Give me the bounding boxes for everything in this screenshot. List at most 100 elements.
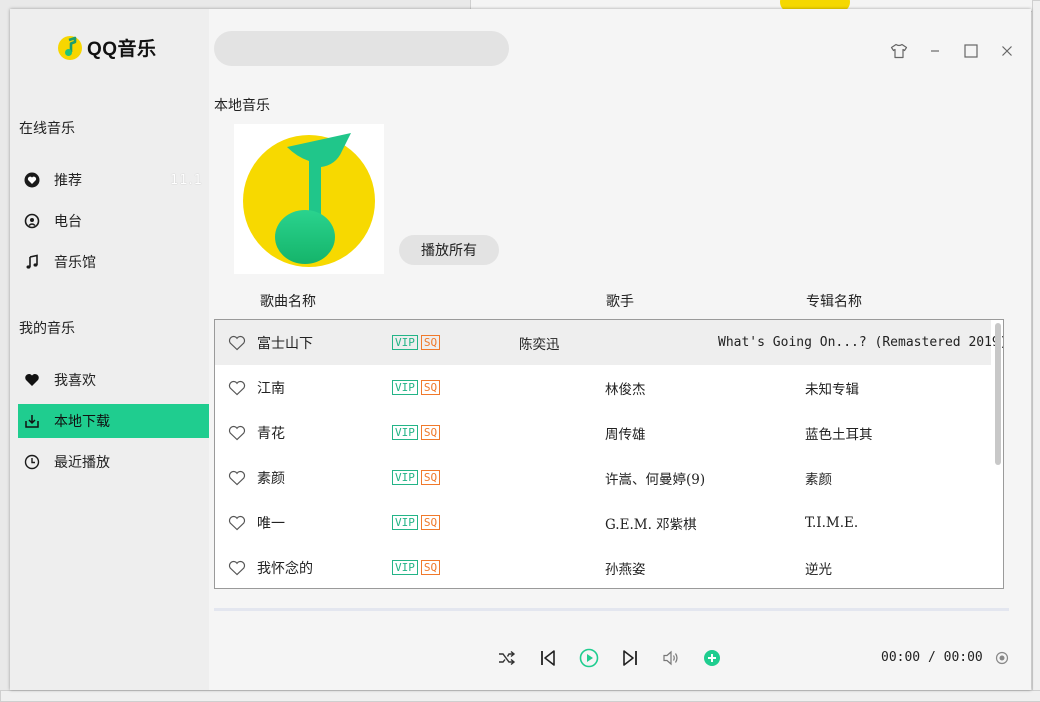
song-album[interactable]: T.I.M.E. bbox=[805, 500, 858, 545]
page-title: 本地音乐 bbox=[214, 98, 270, 114]
sq-tag: SQ bbox=[420, 335, 441, 350]
sidebar-item-label: 本地下载 bbox=[54, 414, 110, 430]
recommend-badge-text: 11.1 bbox=[170, 172, 203, 188]
song-artist[interactable]: 孙燕姿 bbox=[605, 545, 646, 588]
sidebar: QQ音乐 在线音乐 推荐 11.1 电台 音乐馆 我的音乐 我喜欢 本地下载 最… bbox=[10, 9, 209, 690]
song-album[interactable]: 素颜 bbox=[805, 455, 832, 500]
like-heart-icon[interactable] bbox=[228, 365, 246, 410]
heart-circle-icon bbox=[24, 172, 40, 188]
playback-time: 00:00 / 00:00 bbox=[881, 650, 983, 665]
music-note-icon bbox=[24, 254, 40, 270]
scrollbar-thumb[interactable] bbox=[995, 323, 1001, 465]
quality-tags: VIP SQ bbox=[392, 545, 441, 588]
play-icon[interactable] bbox=[578, 647, 600, 669]
song-title: 青花 bbox=[257, 425, 285, 442]
song-artist[interactable]: 周传雄 bbox=[605, 410, 646, 455]
song-list-scrollbar[interactable] bbox=[991, 320, 1003, 588]
sq-tag: SQ bbox=[420, 515, 441, 530]
volume-icon[interactable] bbox=[660, 647, 682, 669]
app-logo-text: QQ音乐 bbox=[87, 39, 157, 60]
sidebar-item-music-hall[interactable]: 音乐馆 bbox=[18, 245, 209, 279]
quality-tags: VIP SQ bbox=[392, 410, 441, 455]
song-title: 唯一 bbox=[257, 515, 285, 532]
song-row[interactable]: 素颜 VIP SQ 许嵩、何曼婷(9) 素颜 bbox=[215, 455, 991, 500]
song-row[interactable]: 江南 VIP SQ 林俊杰 未知专辑 bbox=[215, 365, 991, 410]
sidebar-item-label: 音乐馆 bbox=[54, 255, 96, 271]
column-header-title[interactable]: 歌曲名称 bbox=[260, 291, 316, 311]
song-artist[interactable]: G.E.M. 邓紫棋 bbox=[605, 500, 697, 545]
song-artist[interactable]: 陈奕迅 bbox=[519, 320, 560, 365]
vip-tag: VIP bbox=[392, 335, 418, 350]
qq-music-window: QQ音乐 在线音乐 推荐 11.1 电台 音乐馆 我的音乐 我喜欢 本地下载 最… bbox=[10, 9, 1031, 690]
quality-tags: VIP SQ bbox=[392, 500, 441, 545]
song-album[interactable]: 蓝色土耳其 bbox=[805, 410, 873, 455]
sq-tag: SQ bbox=[420, 425, 441, 440]
vip-tag: VIP bbox=[392, 425, 418, 440]
song-row[interactable]: 富士山下 VIP SQ 陈奕迅 What's Going On...? (Rema… bbox=[215, 320, 1003, 365]
vip-tag: VIP bbox=[392, 380, 418, 395]
shuffle-icon[interactable] bbox=[496, 647, 518, 669]
song-list: 富士山下 VIP SQ 陈奕迅 What's Going On...? (Rema… bbox=[214, 319, 1004, 589]
add-to-playlist-icon[interactable] bbox=[701, 647, 723, 669]
like-heart-icon[interactable] bbox=[228, 410, 246, 455]
song-artist[interactable]: 林俊杰 bbox=[605, 365, 646, 410]
column-header-artist[interactable]: 歌手 bbox=[606, 291, 634, 311]
song-row[interactable]: 唯一 VIP SQ G.E.M. 邓紫棋 T.I.M.E. bbox=[215, 500, 991, 545]
sq-tag: SQ bbox=[420, 560, 441, 575]
download-icon bbox=[24, 413, 40, 429]
song-album[interactable]: What's Going On...? (Remastered 2019) bbox=[718, 320, 1003, 365]
like-heart-icon[interactable] bbox=[228, 320, 246, 365]
sidebar-item-label: 最近播放 bbox=[54, 455, 110, 471]
maximize-icon[interactable] bbox=[961, 41, 981, 61]
close-icon[interactable] bbox=[997, 41, 1017, 61]
sq-tag: SQ bbox=[420, 380, 441, 395]
like-heart-icon[interactable] bbox=[228, 545, 246, 588]
sq-tag: SQ bbox=[420, 470, 441, 485]
app-logo[interactable]: QQ音乐 bbox=[57, 34, 157, 61]
tshirt-icon[interactable] bbox=[889, 41, 909, 61]
like-heart-icon[interactable] bbox=[228, 500, 246, 545]
online-music-heading: 在线音乐 bbox=[19, 121, 75, 137]
previous-track-icon[interactable] bbox=[537, 647, 559, 669]
progress-divider[interactable] bbox=[214, 608, 1009, 611]
radio-icon bbox=[24, 213, 40, 229]
quality-tags: VIP SQ bbox=[392, 320, 441, 365]
vip-tag: VIP bbox=[392, 515, 418, 530]
sidebar-item-favorites[interactable]: 我喜欢 bbox=[18, 363, 209, 397]
qq-music-logo-icon bbox=[58, 35, 82, 60]
sidebar-item-recent[interactable]: 最近播放 bbox=[18, 445, 209, 479]
sidebar-item-label: 我喜欢 bbox=[54, 373, 96, 389]
play-all-button[interactable]: 播放所有 bbox=[399, 235, 499, 265]
playlist-toggle-icon[interactable] bbox=[991, 647, 1013, 669]
sidebar-item-label: 推荐 bbox=[54, 173, 82, 189]
song-album[interactable]: 未知专辑 bbox=[805, 365, 859, 410]
quality-tags: VIP SQ bbox=[392, 365, 441, 410]
like-heart-icon[interactable] bbox=[228, 455, 246, 500]
sidebar-item-local-download[interactable]: 本地下载 bbox=[18, 404, 209, 438]
song-row[interactable]: 我怀念的 VIP SQ 孙燕姿 逆光 bbox=[215, 545, 991, 588]
vip-tag: VIP bbox=[392, 470, 418, 485]
song-title: 我怀念的 bbox=[257, 560, 313, 577]
song-album[interactable]: 逆光 bbox=[805, 545, 832, 588]
album-cover bbox=[234, 124, 384, 274]
heart-icon bbox=[24, 372, 40, 388]
next-track-icon[interactable] bbox=[619, 647, 641, 669]
vip-tag: VIP bbox=[392, 560, 418, 575]
song-artist[interactable]: 许嵩、何曼婷(9) bbox=[605, 455, 705, 500]
background-window-bottom bbox=[0, 690, 1040, 702]
background-window-edge bbox=[1032, 0, 1040, 702]
qq-music-cover-logo-icon bbox=[243, 133, 375, 267]
sidebar-item-radio[interactable]: 电台 bbox=[18, 204, 209, 238]
minimize-icon[interactable] bbox=[925, 41, 945, 61]
search-input[interactable] bbox=[214, 31, 509, 66]
my-music-heading: 我的音乐 bbox=[19, 321, 75, 337]
song-title: 富士山下 bbox=[257, 335, 313, 352]
sidebar-item-recommend[interactable]: 推荐 11.1 bbox=[18, 163, 209, 197]
clock-icon bbox=[24, 454, 40, 470]
song-title: 素颜 bbox=[257, 470, 285, 487]
sidebar-item-label: 电台 bbox=[54, 214, 82, 230]
song-title: 江南 bbox=[257, 380, 285, 397]
column-header-album[interactable]: 专辑名称 bbox=[806, 291, 862, 311]
song-row[interactable]: 青花 VIP SQ 周传雄 蓝色土耳其 bbox=[215, 410, 991, 455]
quality-tags: VIP SQ bbox=[392, 455, 441, 500]
